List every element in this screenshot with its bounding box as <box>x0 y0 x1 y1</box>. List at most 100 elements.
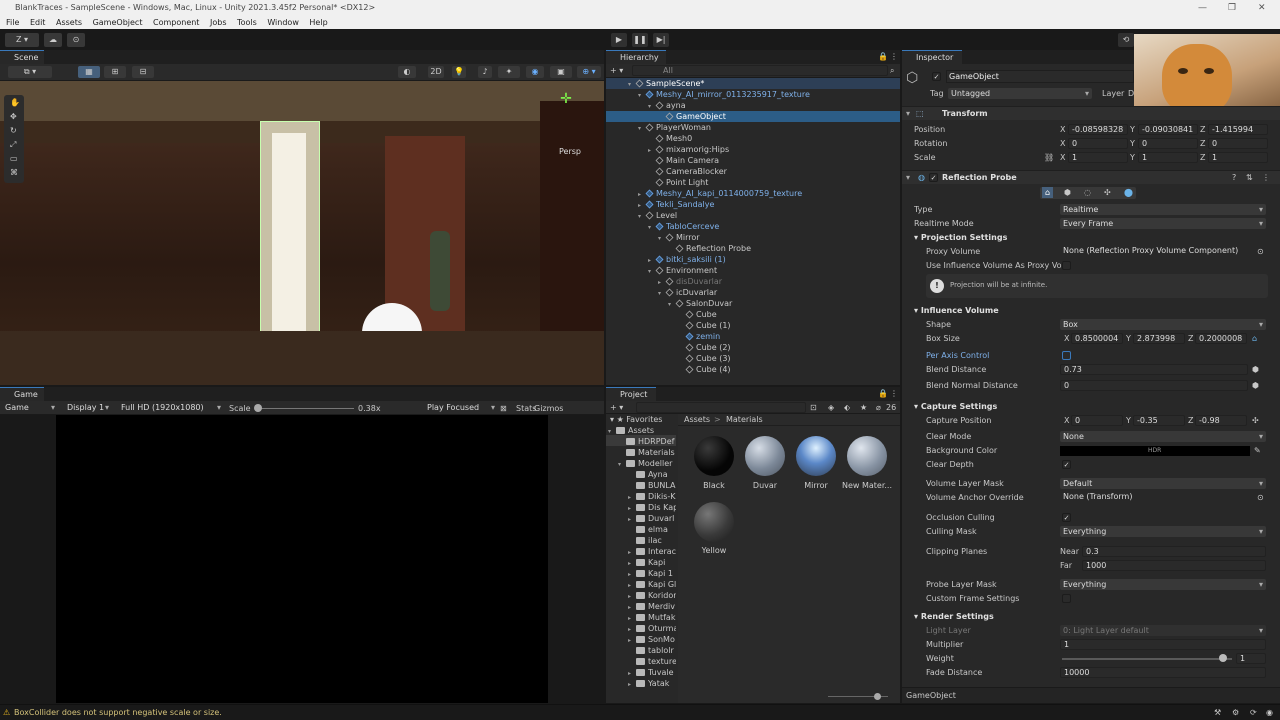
history-icon[interactable]: ⟲ <box>1118 33 1134 47</box>
constrain-proportions-icon[interactable]: ⛓ <box>1044 152 1054 163</box>
fold-arrow-icon[interactable]: ▾ <box>658 288 666 299</box>
hierarchy-item[interactable]: Cube (1) <box>678 320 731 331</box>
active-checkbox[interactable]: ✓ <box>932 72 941 81</box>
transform-header[interactable]: ▾ ⬚ Transform <box>902 106 1280 120</box>
scale-icon[interactable]: ⤢ <box>10 139 16 150</box>
fade-distance-field[interactable]: 10000 <box>1060 667 1266 678</box>
transform-fold-arrow[interactable]: ▾ <box>906 108 910 119</box>
camera-icon[interactable]: ▣ <box>550 66 572 78</box>
fold-arrow-icon[interactable]: ▾ <box>618 459 626 470</box>
project-folder-item[interactable]: BUNLA <box>628 480 675 491</box>
hierarchy-item[interactable]: Cube <box>678 309 717 320</box>
preset-icon[interactable]: ⇅ <box>1246 172 1253 183</box>
edit-capture-icon[interactable]: ✣ <box>1104 187 1111 198</box>
help-icon[interactable]: ? <box>1232 172 1236 183</box>
increment-snap-icon[interactable]: ⊟ <box>132 66 154 78</box>
eyedropper-icon[interactable]: ✎ <box>1254 445 1261 456</box>
render-settings-title[interactable]: ▾ Render Settings <box>914 610 994 624</box>
capture-edit-icon[interactable]: ✣ <box>1252 415 1259 426</box>
rotation-x[interactable]: 0 <box>1068 138 1128 149</box>
material-thumb-black[interactable] <box>694 436 734 476</box>
favorites-item[interactable]: ▾ ★ Favorites <box>610 414 662 425</box>
menu-file[interactable]: File <box>6 18 19 27</box>
display-dropdown[interactable]: Display 1 <box>64 402 112 413</box>
player-character[interactable] <box>430 231 450 311</box>
position-y[interactable]: -0.09030841 <box>1138 124 1198 135</box>
capture-x[interactable]: 0 <box>1071 415 1123 426</box>
orientation-gizmo[interactable]: ✛ <box>552 91 580 119</box>
cloud-icon[interactable]: ☁ <box>44 33 62 47</box>
scale-slider[interactable] <box>258 408 354 409</box>
rotate-icon[interactable]: ↻ <box>10 125 17 136</box>
grid-icon[interactable]: ▦ <box>78 66 100 78</box>
multiplier-field[interactable]: 1 <box>1060 639 1266 650</box>
volume-layer-mask-dropdown[interactable]: Default <box>1060 478 1266 489</box>
project-folder-item[interactable]: Ayna <box>628 469 668 480</box>
near-field[interactable]: 0.3 <box>1082 546 1266 557</box>
maximize-icon[interactable]: ❐ <box>1228 0 1236 16</box>
filter-label-icon[interactable]: ◈ <box>828 402 834 413</box>
type-dropdown[interactable]: Realtime <box>1060 204 1266 215</box>
project-folder-item[interactable]: Materials <box>618 447 675 458</box>
hand-icon[interactable]: ✋ <box>10 97 20 108</box>
hierarchy-item[interactable]: Reflection Probe <box>668 243 751 254</box>
hierarchy-item[interactable]: zemin <box>678 331 720 342</box>
draw-mode-icon[interactable]: ◐ <box>398 66 416 78</box>
move-icon[interactable]: ✥ <box>10 111 17 122</box>
menu-gameobject[interactable]: GameObject <box>93 18 143 27</box>
tab-hierarchy[interactable]: Hierarchy <box>606 50 666 64</box>
project-folder-item[interactable]: texture <box>628 656 676 667</box>
position-x[interactable]: -0.08598328 <box>1068 124 1128 135</box>
occlusion-culling-checkbox[interactable]: ✓ <box>1062 513 1071 522</box>
blend-edit-icon[interactable]: ⬢ <box>1252 364 1259 375</box>
menu-jobs[interactable]: Jobs <box>210 18 227 27</box>
probe-layer-mask-dropdown[interactable]: Everything <box>1060 579 1266 590</box>
tag-dropdown[interactable]: Untagged <box>948 88 1092 99</box>
layer-value[interactable]: D <box>1128 88 1134 99</box>
hierarchy-item[interactable]: CameraBlocker <box>648 166 727 177</box>
anchor-picker-icon[interactable]: ⊙ <box>1257 492 1264 503</box>
rect-icon[interactable]: ▭ <box>10 153 18 164</box>
project-folder-item[interactable]: ▸ Yatak <box>628 678 669 690</box>
fold-arrow-icon[interactable]: ▾ <box>638 123 646 134</box>
box-size-x[interactable]: 0.8500004 <box>1071 333 1123 344</box>
collab-icon[interactable]: ⊙ <box>67 33 85 47</box>
progress-icon[interactable]: ⚒ <box>1214 707 1221 718</box>
lock-icon[interactable]: 🔒 <box>878 51 888 62</box>
clear-depth-checkbox[interactable]: ✓ <box>1062 460 1071 469</box>
scene-viewport[interactable]: ✛ Persp ✋ ✥ ↻ ⤢ ▭ ⌘ <box>0 81 604 385</box>
edit-influence-icon[interactable]: ⌂ <box>1042 187 1054 198</box>
scene-shading-icon[interactable]: ⧉ ▾ <box>8 66 52 78</box>
scale-y[interactable]: 1 <box>1138 152 1198 163</box>
breadcrumb-materials[interactable]: Materials <box>726 414 763 425</box>
probe-fold-arrow[interactable]: ▾ <box>906 172 910 183</box>
projection-settings-title[interactable]: ▾ Projection Settings <box>914 231 1007 245</box>
weight-field[interactable]: 1 <box>1236 653 1266 664</box>
fold-arrow-icon[interactable]: ▾ <box>668 299 676 310</box>
resolution-dropdown[interactable]: Full HD (1920x1080) <box>118 402 224 413</box>
mute-audio-icon[interactable]: ⊠ <box>500 403 507 414</box>
blend-normal-field[interactable]: 0 <box>1060 380 1248 391</box>
fold-arrow-icon[interactable]: ▾ <box>648 222 656 233</box>
hierarchy-item[interactable]: Main Camera <box>648 155 719 166</box>
edit-blend-icon[interactable]: ⬢ <box>1064 187 1071 198</box>
hidden-objects-icon[interactable]: ◉ <box>526 66 544 78</box>
weight-slider-thumb[interactable] <box>1219 654 1228 662</box>
box-edit-icon[interactable]: ⌂ <box>1252 333 1257 344</box>
light-layer-dropdown[interactable]: 0: Light Layer default <box>1060 625 1266 636</box>
weight-slider-track[interactable] <box>1062 658 1232 660</box>
scale-slider-thumb[interactable] <box>254 404 262 412</box>
project-plus-icon[interactable]: + ▾ <box>610 402 623 413</box>
probe-enabled-checkbox[interactable]: ✓ <box>929 173 938 182</box>
play-focused-dropdown[interactable]: Play Focused <box>424 402 498 413</box>
play-icon[interactable]: ▶ <box>611 33 627 47</box>
clear-mode-dropdown[interactable]: None <box>1060 431 1266 442</box>
blend-distance-field[interactable]: 0.73 <box>1060 364 1248 375</box>
filter-type-icon[interactable]: ⊡ <box>810 402 817 413</box>
sync-icon[interactable]: ⟳ <box>1250 707 1257 718</box>
tab-project[interactable]: Project <box>606 387 656 401</box>
rotation-y[interactable]: 0 <box>1138 138 1198 149</box>
gizmos-button[interactable]: Gizmos <box>534 403 563 414</box>
account-dropdown[interactable]: Z ▾ <box>5 33 39 47</box>
breadcrumb-assets[interactable]: Assets <box>684 414 710 425</box>
